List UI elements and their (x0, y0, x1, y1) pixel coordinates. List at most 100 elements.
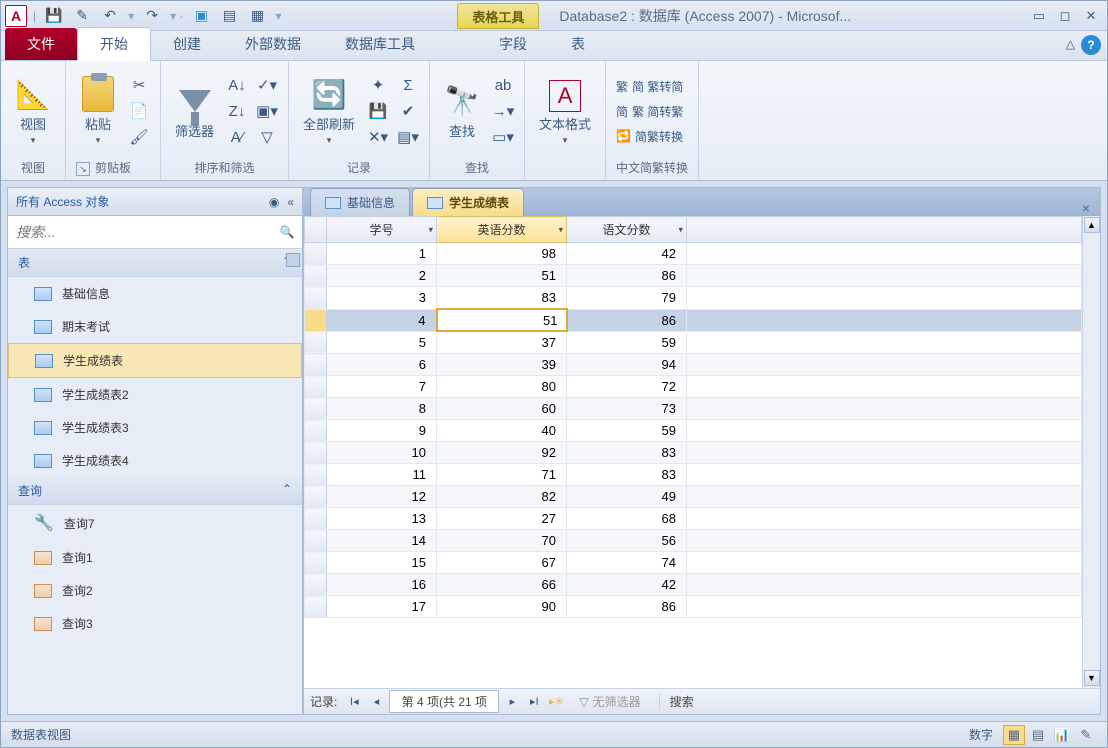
cell[interactable]: 5 (327, 331, 437, 354)
nav-table-item[interactable]: 学生成绩表 (8, 343, 302, 378)
nav-dropdown-icon[interactable]: ◉ (269, 195, 279, 209)
column-dropdown-icon[interactable]: ▾ (678, 224, 683, 235)
cell[interactable]: 80 (437, 376, 567, 398)
cell[interactable]: 68 (567, 508, 687, 530)
table-row[interactable]: 78072 (305, 376, 1082, 398)
column-dropdown-icon[interactable]: ▾ (428, 224, 433, 235)
chinese-convert-button[interactable]: 🔁简繁转换 (616, 128, 683, 145)
table-row[interactable]: 166642 (305, 574, 1082, 596)
spelling-icon[interactable]: ✔ (397, 100, 419, 122)
row-selector[interactable] (305, 464, 327, 486)
fields-tab[interactable]: 字段 (477, 28, 549, 60)
table-tab[interactable]: 表 (549, 28, 607, 60)
cell[interactable]: 37 (437, 331, 567, 354)
cell[interactable]: 59 (567, 420, 687, 442)
undo-icon[interactable]: ↶ (100, 6, 120, 26)
cell[interactable]: 10 (327, 442, 437, 464)
cell[interactable] (687, 552, 1082, 574)
maximize-button[interactable]: ◻ (1053, 7, 1077, 25)
row-selector[interactable] (305, 287, 327, 310)
trad-to-simp-button[interactable]: 简繁 简转繁 (616, 103, 683, 120)
cell[interactable] (687, 508, 1082, 530)
data-grid[interactable]: 学号▾ 英语分数▾ 语文分数▾ 198422518638379451865375… (304, 216, 1082, 618)
column-header[interactable]: 学号▾ (327, 217, 437, 243)
cell[interactable]: 27 (437, 508, 567, 530)
nav-query-item[interactable]: 查询1 (8, 541, 302, 574)
row-selector[interactable] (305, 530, 327, 552)
cell[interactable]: 71 (437, 464, 567, 486)
row-selector[interactable] (305, 265, 327, 287)
row-selector[interactable] (305, 331, 327, 354)
cell[interactable] (687, 420, 1082, 442)
cell[interactable] (687, 331, 1082, 354)
cell[interactable]: 42 (567, 243, 687, 265)
close-document-icon[interactable]: × (1072, 200, 1100, 216)
cell[interactable]: 73 (567, 398, 687, 420)
next-record-button[interactable]: ▸ (503, 693, 521, 711)
cell[interactable]: 12 (327, 486, 437, 508)
dialog-launcher-icon[interactable]: ↘ (76, 162, 90, 176)
simp-to-trad-button[interactable]: 繁简 繁转简 (616, 78, 683, 95)
cell[interactable]: 59 (567, 331, 687, 354)
sort-desc-icon[interactable]: Z↓ (226, 100, 248, 122)
row-selector[interactable] (305, 442, 327, 464)
advanced-filter-icon[interactable]: ▣▾ (256, 100, 278, 122)
cell[interactable]: 6 (327, 354, 437, 376)
cell[interactable]: 92 (437, 442, 567, 464)
table-row[interactable]: 53759 (305, 331, 1082, 354)
ribbon-collapse-icon[interactable]: △ (1066, 37, 1075, 51)
cell[interactable]: 51 (437, 309, 567, 331)
delete-record-icon[interactable]: ✕▾ (367, 126, 389, 148)
nav-collapse-icon[interactable]: « (287, 195, 294, 209)
cell[interactable]: 40 (437, 420, 567, 442)
cell[interactable]: 4 (327, 309, 437, 331)
row-selector[interactable] (305, 309, 327, 331)
copy-icon[interactable]: 📄 (128, 100, 150, 122)
row-selector[interactable] (305, 508, 327, 530)
nav-table-item[interactable]: 学生成绩表4 (8, 444, 302, 477)
cell[interactable]: 16 (327, 574, 437, 596)
cell[interactable]: 7 (327, 376, 437, 398)
nav-table-item[interactable]: 基础信息 (8, 277, 302, 310)
cell[interactable]: 66 (437, 574, 567, 596)
cell[interactable]: 74 (567, 552, 687, 574)
database-tools-tab[interactable]: 数据库工具 (323, 28, 437, 60)
paste-button[interactable]: 粘贴 ▾ (76, 74, 120, 148)
cell[interactable]: 9 (327, 420, 437, 442)
cell[interactable]: 67 (437, 552, 567, 574)
row-selector[interactable] (305, 486, 327, 508)
table-row[interactable]: 132768 (305, 508, 1082, 530)
cell[interactable] (687, 596, 1082, 618)
datasheet-view-button[interactable]: ▦ (1003, 725, 1025, 745)
prev-record-button[interactable]: ◂ (367, 693, 385, 711)
row-selector[interactable] (305, 354, 327, 376)
cell[interactable]: 2 (327, 265, 437, 287)
pivot-table-view-button[interactable]: ▤ (1027, 725, 1049, 745)
home-tab[interactable]: 开始 (77, 27, 151, 61)
record-search[interactable]: 搜索 (659, 693, 694, 710)
toggle-filter-icon[interactable]: ▽ (256, 126, 278, 148)
nav-table-item[interactable]: 学生成绩表2 (8, 378, 302, 411)
quick-print-icon[interactable]: ✎ (72, 6, 92, 26)
vertical-scrollbar[interactable]: ▲ ▼ (1082, 216, 1100, 688)
no-filter-indicator[interactable]: ▽无筛选器 (579, 693, 640, 710)
cell[interactable]: 79 (567, 287, 687, 310)
scroll-up-icon[interactable] (286, 253, 300, 267)
table-row[interactable]: 45186 (305, 309, 1082, 331)
select-all-cell[interactable] (305, 217, 327, 243)
cell[interactable]: 83 (437, 287, 567, 310)
cell[interactable] (687, 309, 1082, 331)
column-dropdown-icon[interactable]: ▾ (558, 224, 563, 235)
cell[interactable]: 1 (327, 243, 437, 265)
selection-filter-icon[interactable]: ✓▾ (256, 74, 278, 96)
nav-query-item[interactable]: 查询2 (8, 574, 302, 607)
create-tab[interactable]: 创建 (151, 28, 223, 60)
cell[interactable] (687, 530, 1082, 552)
table-row[interactable]: 86073 (305, 398, 1082, 420)
cell[interactable]: 86 (567, 265, 687, 287)
close-button[interactable]: ✕ (1079, 7, 1103, 25)
cell[interactable] (687, 376, 1082, 398)
cell[interactable] (687, 442, 1082, 464)
remove-sort-icon[interactable]: A⁄ (226, 126, 248, 148)
totals-icon[interactable]: Σ (397, 74, 419, 96)
